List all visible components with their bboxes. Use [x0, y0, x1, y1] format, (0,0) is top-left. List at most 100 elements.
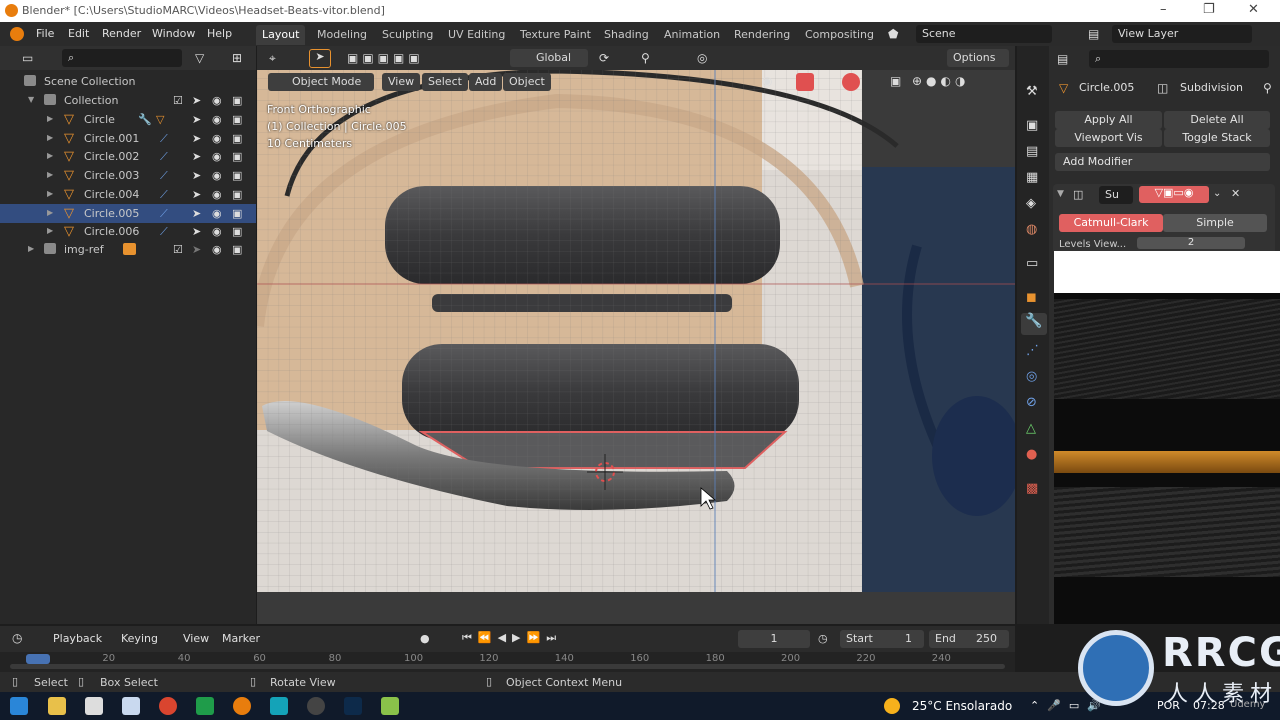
camera-icon[interactable]: ▣ — [232, 188, 242, 201]
weather-icon[interactable] — [884, 698, 900, 714]
camera-icon[interactable]: ▣ — [232, 243, 242, 256]
eye-icon[interactable]: ◉ — [212, 188, 222, 201]
tab-animation[interactable]: Animation — [658, 25, 726, 45]
data-tab-icon[interactable]: △ — [1026, 421, 1036, 436]
wrench-tab-icon[interactable]: 🔧 — [1021, 313, 1047, 335]
file-explorer-icon[interactable] — [48, 697, 66, 715]
select-arrow-icon[interactable]: ➤ — [192, 94, 201, 107]
pivot-icon[interactable]: ⟳ — [599, 51, 609, 65]
camera-icon[interactable]: ▣ — [232, 113, 242, 126]
pin-icon[interactable]: ⚲ — [1263, 81, 1272, 95]
camera-icon[interactable]: ▣ — [232, 150, 242, 163]
select-arrow-icon[interactable]: ➤ — [192, 132, 201, 145]
tab-shading[interactable]: Shading — [598, 25, 655, 45]
menu-render[interactable]: Render — [102, 27, 141, 40]
eye-icon[interactable]: ◉ — [212, 113, 222, 126]
expand-icon[interactable]: ▶ — [47, 170, 53, 179]
outliner-object-row[interactable]: ▶ ▽ Circle.006 ⟋ ➤ ◉ ▣ — [0, 222, 256, 241]
outliner-object-row[interactable]: ▶ ▽ Circle.005 ⟋ ➤ ◉ ▣ — [0, 203, 256, 223]
outliner-collection[interactable]: ▼ Collection ☑ ➤ ◉ ▣ — [0, 91, 256, 110]
photoshop-icon[interactable] — [344, 697, 362, 715]
minimize-button[interactable]: – — [1160, 2, 1167, 17]
modifier-toggle-icons[interactable]: ▽▣▭◉ — [1139, 186, 1209, 203]
menu-file[interactable]: File — [36, 27, 54, 40]
new-collection-icon[interactable]: ⊞ — [232, 51, 242, 65]
options-dropdown[interactable]: Options — [947, 49, 1009, 67]
world-tab-icon[interactable]: ◍ — [1026, 222, 1037, 237]
outliner-scene-collection[interactable]: Scene Collection — [0, 72, 256, 91]
mail-icon[interactable] — [122, 697, 140, 715]
outliner-img-ref[interactable]: ▶ img-ref ☑ ➤ ◉ ▣ — [0, 240, 256, 259]
keying-menu[interactable]: Keying — [121, 632, 158, 645]
tool-tab-icon[interactable]: ⚒ — [1026, 84, 1038, 99]
select-arrow-icon[interactable]: ➤ — [192, 113, 201, 126]
overlay-icon[interactable] — [842, 73, 860, 91]
camera-icon[interactable]: ▣ — [232, 94, 242, 107]
output-tab-icon[interactable]: ▤ — [1026, 144, 1038, 159]
select-mode-icons[interactable]: ▣▣▣▣▣ — [347, 51, 424, 65]
maximize-button[interactable]: ❐ — [1203, 2, 1215, 17]
modifier-remove-icon[interactable]: ✕ — [1231, 187, 1240, 200]
current-frame-field[interactable]: 1 — [738, 630, 810, 648]
select-arrow-icon[interactable]: ➤ — [192, 207, 201, 220]
camera-icon[interactable]: ▣ — [232, 225, 242, 238]
select-arrow-icon[interactable]: ➤ — [192, 150, 201, 163]
start-frame-field[interactable]: Start 1 — [840, 630, 924, 648]
scene-icon[interactable]: ⬟ — [888, 27, 898, 41]
collapse-icon[interactable]: ▼ — [1057, 189, 1064, 199]
eye-icon[interactable]: ◉ — [212, 225, 222, 238]
viewport-vis-button[interactable]: Viewport Vis — [1055, 129, 1162, 147]
proportional-edit-icon[interactable]: ◎ — [697, 51, 707, 65]
record-icon[interactable]: ● — [420, 632, 430, 645]
delete-all-button[interactable]: Delete All — [1164, 111, 1270, 129]
levels-viewport-field[interactable]: 2 — [1137, 237, 1245, 249]
constraints-tab-icon[interactable]: ⊘ — [1026, 395, 1037, 410]
properties-editor-icon[interactable]: ▤ — [1057, 52, 1068, 66]
frame-playhead[interactable] — [26, 654, 50, 664]
select-menu[interactable]: Select — [422, 73, 468, 91]
spreadsheet-icon[interactable] — [196, 697, 214, 715]
outliner-search-input[interactable]: ⌕ — [62, 49, 182, 67]
camera-icon[interactable]: ▣ — [232, 132, 242, 145]
expand-icon[interactable]: ▶ — [47, 114, 53, 123]
clock-icon[interactable]: ◷ — [818, 632, 828, 645]
object-tab-icon[interactable]: ◼ — [1026, 290, 1037, 305]
checkbox-icon[interactable]: ☑ — [173, 94, 183, 107]
timeline-scrollbar[interactable] — [10, 664, 1005, 669]
camera-icon[interactable]: ▣ — [232, 207, 242, 220]
outliner-object-row[interactable]: ▶ ▽ Circle.004 ⟋ ➤ ◉ ▣ — [0, 185, 256, 204]
tab-uv-editing[interactable]: UV Editing — [442, 25, 511, 45]
tab-sculpting[interactable]: Sculpting — [376, 25, 439, 45]
scene-selector[interactable]: Scene — [916, 25, 1052, 43]
xray-icon[interactable]: ▣ — [890, 74, 901, 88]
3ds-max-icon[interactable] — [270, 697, 288, 715]
tab-modeling[interactable]: Modeling — [311, 25, 373, 45]
particles-tab-icon[interactable]: ⋰ — [1026, 343, 1039, 358]
transform-orientation-select[interactable]: Global — [510, 49, 588, 67]
tab-layout[interactable]: Layout — [256, 25, 306, 45]
expand-icon[interactable]: ▶ — [28, 244, 34, 253]
view-layer-selector[interactable]: View Layer — [1112, 25, 1252, 43]
expand-icon[interactable]: ▶ — [47, 226, 53, 235]
select-arrow-icon[interactable]: ➤ — [192, 225, 201, 238]
windows-start-icon[interactable] — [10, 697, 28, 715]
eye-icon[interactable]: ◉ — [212, 169, 222, 182]
eye-icon[interactable]: ◉ — [212, 150, 222, 163]
eye-icon[interactable]: ◉ — [212, 132, 222, 145]
toggle-stack-button[interactable]: Toggle Stack — [1164, 129, 1270, 147]
add-modifier-dropdown[interactable]: Add Modifier — [1055, 153, 1270, 171]
blender-menu-icon[interactable] — [10, 27, 24, 41]
material-tab-icon[interactable]: ● — [1026, 447, 1037, 462]
snap-icon[interactable]: ⚲ — [641, 51, 650, 65]
view-layer-tab-icon[interactable]: ▦ — [1026, 170, 1038, 185]
eye-icon[interactable]: ◉ — [212, 94, 222, 107]
terminal-icon[interactable] — [381, 697, 399, 715]
collection-tab-icon[interactable]: ▭ — [1026, 256, 1038, 271]
timeline-editor-icon[interactable]: ◷ — [12, 631, 22, 645]
playback-controls[interactable]: ⏮⏪◀▶⏩⏭ — [462, 631, 562, 645]
close-window-button[interactable]: ✕ — [1248, 2, 1259, 17]
end-frame-field[interactable]: End 250 — [929, 630, 1009, 648]
checkbox-icon[interactable]: ☑ — [173, 243, 183, 256]
playback-menu[interactable]: Playback — [53, 632, 102, 645]
view-menu[interactable]: View — [382, 73, 421, 91]
